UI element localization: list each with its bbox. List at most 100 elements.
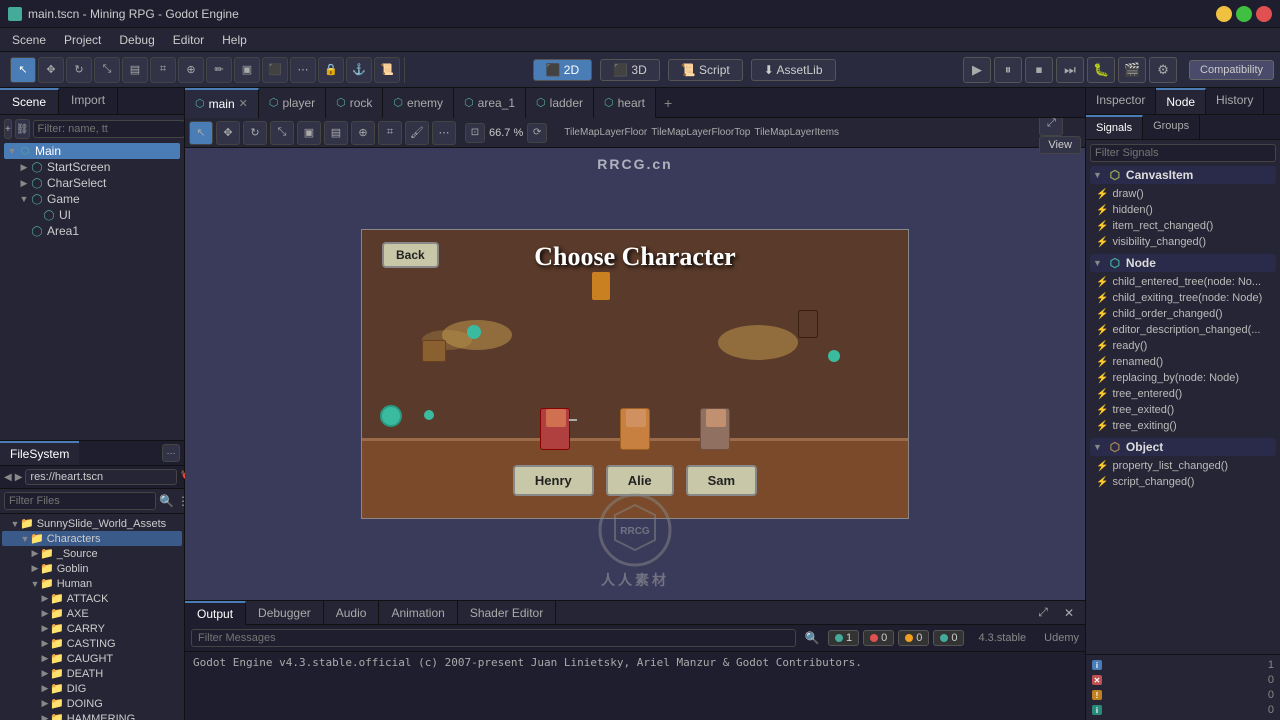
tree-eye-ui[interactable]: 👁 [150, 208, 164, 222]
tree-lock-main[interactable]: 👁 [150, 144, 164, 158]
vp-tool-select[interactable]: ↖ [189, 121, 213, 145]
minimize-button[interactable] [1216, 6, 1232, 22]
tree-item-main[interactable]: ▼ ⬡ Main 👁 🔒 [4, 143, 180, 159]
vp-tool-scale[interactable]: ⤡ [270, 121, 294, 145]
vp-tool-pivot[interactable]: ⊕ [351, 121, 375, 145]
vp-reset-btn[interactable]: ⟳ [527, 123, 547, 143]
signal-tree-exiting[interactable]: ⚡ tree_exiting() [1090, 418, 1276, 434]
tool-snap[interactable]: ⌗ [150, 57, 176, 83]
fs-item-dig[interactable]: ▶ 📁 DIG [2, 681, 182, 696]
fs-item-axe[interactable]: ▶ 📁 AXE [2, 606, 182, 621]
tab-node[interactable]: Node [1156, 88, 1206, 114]
fs-item-characters[interactable]: ▼ 📁 Characters [2, 531, 182, 546]
tool-select[interactable]: ↖ [10, 57, 36, 83]
file-tab-rock[interactable]: ⬡ rock [326, 88, 383, 118]
fs-item-source[interactable]: ▶ 📁 _Source [2, 546, 182, 561]
tree-eye-area1[interactable]: 👁 [150, 224, 164, 238]
fs-item-attack[interactable]: ▶ 📁 ATTACK [2, 591, 182, 606]
movie-button[interactable]: 🎬 [1118, 57, 1146, 83]
tool-select2[interactable]: ▣ [234, 57, 260, 83]
fs-back-btn[interactable]: ◀ [4, 469, 12, 485]
signal-visibility[interactable]: ⚡ visibility_changed() [1090, 234, 1276, 250]
tab-close-main[interactable]: ✕ [239, 97, 248, 110]
vp-view-button[interactable]: View [1039, 136, 1081, 154]
bottom-close-icon[interactable]: ✕ [1059, 603, 1079, 623]
fs-option-btn[interactable]: ⋯ [162, 444, 180, 462]
bottom-tab-debugger[interactable]: Debugger [246, 601, 324, 625]
bottom-tab-output[interactable]: Output [185, 601, 246, 625]
vp-tool-paint[interactable]: 🖌 [405, 121, 429, 145]
tool-pan[interactable]: ⬛ [262, 57, 288, 83]
back-button[interactable]: Back [382, 242, 439, 268]
signal-item-rect[interactable]: ⚡ item_rect_changed() [1090, 218, 1276, 234]
file-tab-player[interactable]: ⬡ player [259, 88, 326, 118]
tree-eye-main[interactable]: 🔒 [166, 144, 180, 158]
tree-lock-area1[interactable]: 🔒 [166, 224, 180, 238]
fs-tab-filesystem[interactable]: FileSystem [0, 441, 79, 465]
tab-add-button[interactable]: + [656, 95, 680, 111]
fs-filter-input[interactable] [4, 492, 156, 510]
vp-tool-group[interactable]: ▤ [324, 121, 348, 145]
tool-scale[interactable]: ⤡ [94, 57, 120, 83]
close-button[interactable] [1256, 6, 1272, 22]
section-header-canvasitem[interactable]: ▼ ⬡ CanvasItem [1090, 166, 1276, 184]
bottom-tab-animation[interactable]: Animation [379, 601, 457, 625]
tool-anchor[interactable]: ⚓ [346, 57, 372, 83]
tree-item-area1[interactable]: ◯ Area1 👁 🔒 [4, 223, 180, 239]
signal-child-entered[interactable]: ⚡ child_entered_tree(node: No... [1090, 274, 1276, 290]
fs-forward-btn[interactable]: ▶ [15, 469, 23, 485]
section-header-object[interactable]: ▼ ⬡ Object [1090, 438, 1276, 456]
menu-debug[interactable]: Debug [111, 31, 162, 49]
tree-item-game[interactable]: ▼ ◯ Game 👁 🔒 [4, 191, 180, 207]
vp-tool-rotate[interactable]: ↻ [243, 121, 267, 145]
console-search-icon[interactable]: 🔍 [802, 628, 822, 648]
bottom-tab-shader[interactable]: Shader Editor [458, 601, 556, 625]
fs-item-human[interactable]: ▼ 📁 Human [2, 576, 182, 591]
tool-lock[interactable]: 🔒 [318, 57, 344, 83]
maximize-button[interactable] [1236, 6, 1252, 22]
tree-item-startscreen[interactable]: ▶ ◯ StartScreen 👁 🔒 [4, 159, 180, 175]
settings-button[interactable]: ⚙ [1149, 57, 1177, 83]
subtab-signals[interactable]: Signals [1086, 115, 1143, 139]
fs-item-hammering[interactable]: ▶ 📁 HAMMERING [2, 711, 182, 720]
tree-lock-ui[interactable]: 🔒 [166, 208, 180, 222]
vp-tool-move[interactable]: ✥ [216, 121, 240, 145]
tree-eye-startscreen[interactable]: 👁 [150, 160, 164, 174]
subtab-groups[interactable]: Groups [1143, 115, 1200, 139]
signal-property-list[interactable]: ⚡ property_list_changed() [1090, 458, 1276, 474]
vp-tool-snap[interactable]: ⌗ [378, 121, 402, 145]
section-header-node[interactable]: ▼ ⬡ Node [1090, 254, 1276, 272]
menu-project[interactable]: Project [56, 31, 109, 49]
signal-editor-desc[interactable]: ⚡ editor_description_changed(... [1090, 322, 1276, 338]
tab-scene[interactable]: Scene [0, 88, 59, 114]
fs-item-death[interactable]: ▶ 📁 DEATH [2, 666, 182, 681]
tool-pivot[interactable]: ⊕ [178, 57, 204, 83]
add-instance-button[interactable]: ⛓ [15, 119, 30, 139]
signal-child-exiting[interactable]: ⚡ child_exiting_tree(node: Node) [1090, 290, 1276, 306]
fs-path-input[interactable] [25, 469, 177, 485]
signal-replacing[interactable]: ⚡ replacing_by(node: Node) [1090, 370, 1276, 386]
char-btn-henry[interactable]: Henry [513, 465, 594, 496]
vp-tool-more[interactable]: ⋯ [432, 121, 456, 145]
add-node-button[interactable]: + [4, 119, 12, 139]
menu-scene[interactable]: Scene [4, 31, 54, 49]
fs-item-sunnyside[interactable]: ▼ 📁 SunnySlide_World_Assets [2, 516, 182, 531]
tool-script[interactable]: 📜 [374, 57, 400, 83]
tab-import[interactable]: Import [59, 88, 118, 114]
tool-paint[interactable]: ✏ [206, 57, 232, 83]
fs-item-caught[interactable]: ▶ 📁 CAUGHT [2, 651, 182, 666]
char-btn-sam[interactable]: Sam [686, 465, 757, 496]
tool-options[interactable]: ⋯ [290, 57, 316, 83]
file-tab-main[interactable]: ⬡ main ✕ [185, 88, 259, 118]
tool-move[interactable]: ✥ [38, 57, 64, 83]
inspector-filter-input[interactable] [1090, 144, 1276, 162]
tree-item-charselect[interactable]: ▶ ◯ CharSelect 👁 🔒 [4, 175, 180, 191]
stop-button[interactable]: ⏹ [1025, 57, 1053, 83]
tree-eye-game[interactable]: 👁 [150, 192, 164, 206]
signal-child-order[interactable]: ⚡ child_order_changed() [1090, 306, 1276, 322]
bottom-tab-audio[interactable]: Audio [324, 601, 380, 625]
step-button[interactable]: ⏭ [1056, 57, 1084, 83]
mode-2d[interactable]: ⬛ 2D [533, 59, 593, 81]
fs-item-carry[interactable]: ▶ 📁 CARRY [2, 621, 182, 636]
signal-ready[interactable]: ⚡ ready() [1090, 338, 1276, 354]
